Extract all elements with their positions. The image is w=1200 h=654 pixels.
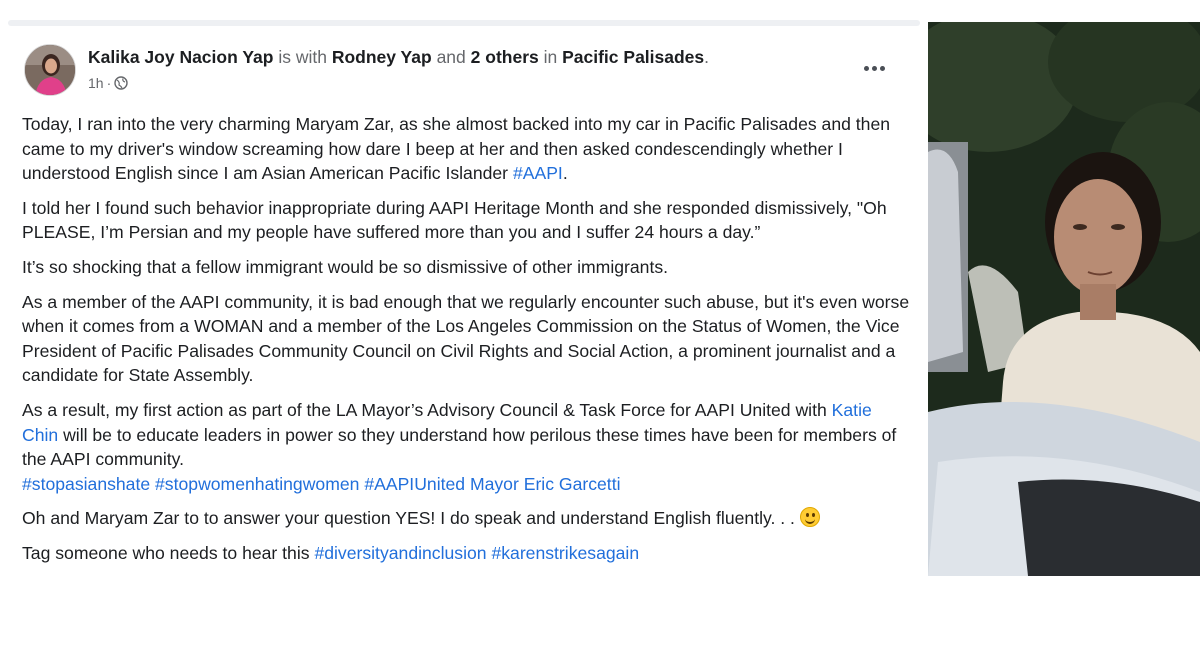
smiling-face-emoji: [799, 507, 820, 528]
location-link[interactable]: Pacific Palisades: [562, 47, 704, 67]
paragraph-2: I told her I found such behavior inappro…: [22, 197, 887, 243]
more-options-icon[interactable]: [862, 58, 886, 78]
paragraph-6-text: Oh and Maryam Zar to to answer your ques…: [22, 508, 800, 529]
and-text: and: [436, 47, 466, 67]
post-meta: 1h ·: [88, 75, 128, 91]
paragraph-3: It’s so shocking that a fellow immigrant…: [22, 256, 669, 277]
paragraph-5-end: will be to educate leaders in power so t…: [22, 424, 897, 470]
author-avatar[interactable]: [24, 44, 76, 96]
woman-photo: [928, 22, 1200, 576]
tagged-person-link[interactable]: Rodney Yap: [332, 47, 432, 67]
hashtag-aapi[interactable]: #AAPI: [513, 163, 563, 183]
dot: [863, 65, 869, 71]
paragraph-1-text: Today, I ran into the very charming Mary…: [22, 114, 891, 184]
meta-separator: ·: [106, 75, 112, 91]
header-period: .: [704, 47, 710, 67]
others-link[interactable]: 2 others: [471, 47, 539, 67]
paragraph-7-start: Tag someone who needs to hear this: [22, 542, 315, 563]
post-body: Today, I ran into the very charming Mary…: [22, 112, 910, 576]
paragraph-1-end: .: [562, 163, 568, 184]
facebook-post: Kalika Joy Nacion Yap is with Rodney Yap…: [10, 26, 918, 654]
in-text: in: [543, 47, 558, 67]
paragraph-6: Oh and Maryam Zar to to answer your ques…: [22, 506, 910, 531]
dot: [871, 65, 877, 71]
author-name[interactable]: Kalika Joy Nacion Yap: [88, 47, 273, 67]
post-header: Kalika Joy Nacion Yap is with Rodney Yap…: [88, 47, 709, 68]
post-timestamp[interactable]: 1h: [88, 75, 104, 91]
paragraph-5-start: As a result, my first action as part of …: [22, 399, 832, 420]
top-strip: [0, 0, 1200, 22]
paragraph-1: Today, I ran into the very charming Mary…: [22, 112, 910, 186]
dot: [879, 65, 885, 71]
paragraph-7: Tag someone who needs to hear this #dive…: [22, 541, 910, 566]
hashtags-line[interactable]: #stopasianshate #stopwomenhatingwomen #A…: [22, 474, 621, 494]
paragraph-5: As a result, my first action as part of …: [22, 398, 910, 496]
globe-icon[interactable]: [114, 76, 128, 90]
with-text: is with: [278, 47, 327, 67]
paragraph-4: As a member of the AAPI community, it is…: [22, 291, 910, 386]
hashtags-diversity[interactable]: #diversityandinclusion #karenstrikesagai…: [314, 543, 639, 563]
